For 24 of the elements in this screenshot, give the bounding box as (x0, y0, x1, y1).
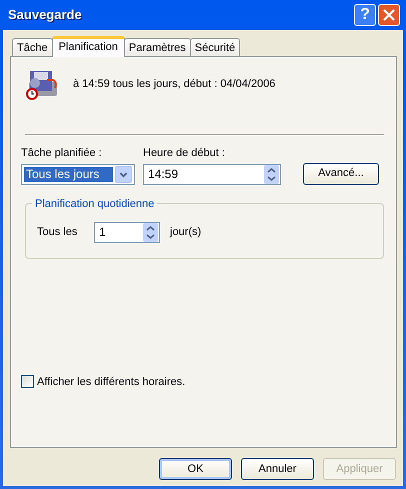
unit-label: jour(s) (170, 224, 202, 240)
close-button[interactable] (378, 4, 400, 26)
schedule-summary: à 14:59 tous les jours, début : 04/04/2006 (73, 76, 276, 92)
help-button[interactable]: ? (354, 4, 376, 26)
window-title: Sauvegarde (8, 6, 83, 24)
checkbox[interactable] (21, 375, 34, 388)
dialog-button[interactable]: Annuler (241, 458, 314, 480)
tab[interactable]: Sécurité (190, 38, 240, 56)
field-label: Heure de début : (143, 146, 226, 161)
time-spinner[interactable]: 14:59 (143, 164, 281, 184)
dialog-button[interactable]: OK (159, 458, 232, 480)
tab[interactable]: Paramètres (124, 38, 191, 56)
advanced-button[interactable]: Avancé... (303, 162, 379, 184)
tab[interactable]: Planification (52, 36, 125, 57)
tab[interactable]: Tâche (12, 38, 53, 56)
scheduled-backup-icon (25, 68, 59, 100)
field-label: Tous les (37, 224, 78, 240)
interval-spinner[interactable]: 1 (94, 222, 160, 242)
field-label: Tâche planifiée : (21, 146, 103, 161)
spin-arrows-icon[interactable] (264, 164, 279, 184)
spin-arrows-icon[interactable] (143, 222, 158, 242)
close-icon[interactable] (383, 9, 395, 21)
schedule-dropdown[interactable]: Tous les jours (21, 164, 135, 184)
checkbox-label[interactable]: Afficher les différents horaires. (37, 374, 186, 390)
